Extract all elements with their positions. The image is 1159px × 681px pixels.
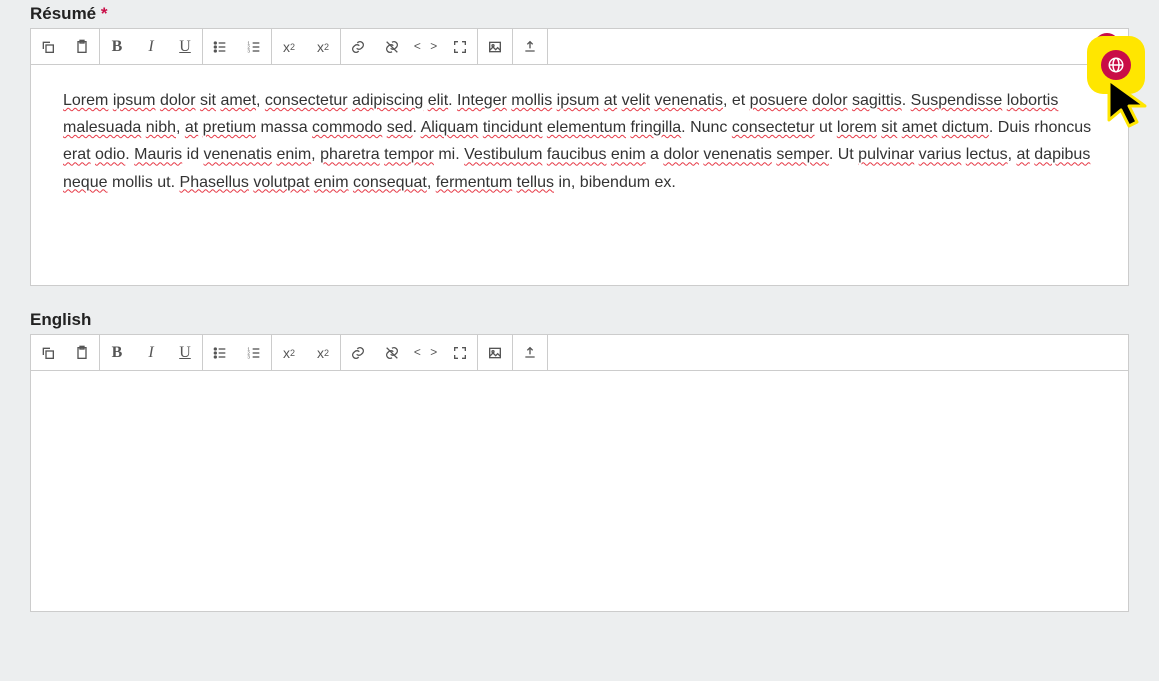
required-asterisk: *	[101, 4, 108, 23]
resume-editor: B I U 123 x2 x2 < >	[30, 28, 1129, 286]
code-icon[interactable]: < >	[409, 29, 443, 64]
number-list-icon[interactable]: 123	[237, 335, 271, 370]
cursor-pointer-overlay	[1097, 72, 1159, 141]
underline-button[interactable]: U	[168, 29, 202, 64]
image-icon[interactable]	[478, 29, 512, 64]
superscript-button[interactable]: x2	[272, 335, 306, 370]
link-icon[interactable]	[341, 29, 375, 64]
underline-button[interactable]: U	[168, 335, 202, 370]
upload-icon[interactable]	[513, 29, 547, 64]
resume-textarea[interactable]: Lorem ipsum dolor sit amet, consectetur …	[31, 65, 1128, 285]
subscript-button[interactable]: x2	[306, 29, 340, 64]
link-icon[interactable]	[341, 335, 375, 370]
bullet-list-icon[interactable]	[203, 335, 237, 370]
svg-text:3: 3	[247, 48, 250, 53]
italic-button[interactable]: I	[134, 29, 168, 64]
english-editor: B I U 123 x2 x2 < >	[30, 334, 1129, 612]
bold-button[interactable]: B	[100, 335, 134, 370]
paste-icon[interactable]	[65, 335, 99, 370]
resume-toolbar: B I U 123 x2 x2 < >	[31, 29, 1128, 65]
english-label: English	[0, 306, 1159, 334]
unlink-icon[interactable]	[375, 29, 409, 64]
resume-label: Résumé *	[0, 0, 1159, 28]
bullet-list-icon[interactable]	[203, 29, 237, 64]
bold-button[interactable]: B	[100, 29, 134, 64]
english-toolbar: B I U 123 x2 x2 < >	[31, 335, 1128, 371]
fullscreen-icon[interactable]	[443, 335, 477, 370]
upload-icon[interactable]	[513, 335, 547, 370]
subscript-button[interactable]: x2	[306, 335, 340, 370]
image-icon[interactable]	[478, 335, 512, 370]
copy-icon[interactable]	[31, 29, 65, 64]
number-list-icon[interactable]: 123	[237, 29, 271, 64]
code-icon[interactable]: < >	[409, 335, 443, 370]
superscript-button[interactable]: x2	[272, 29, 306, 64]
italic-button[interactable]: I	[134, 335, 168, 370]
svg-text:3: 3	[247, 354, 250, 359]
fullscreen-icon[interactable]	[443, 29, 477, 64]
unlink-icon[interactable]	[375, 335, 409, 370]
paste-icon[interactable]	[65, 29, 99, 64]
copy-icon[interactable]	[31, 335, 65, 370]
english-textarea[interactable]	[31, 371, 1128, 611]
